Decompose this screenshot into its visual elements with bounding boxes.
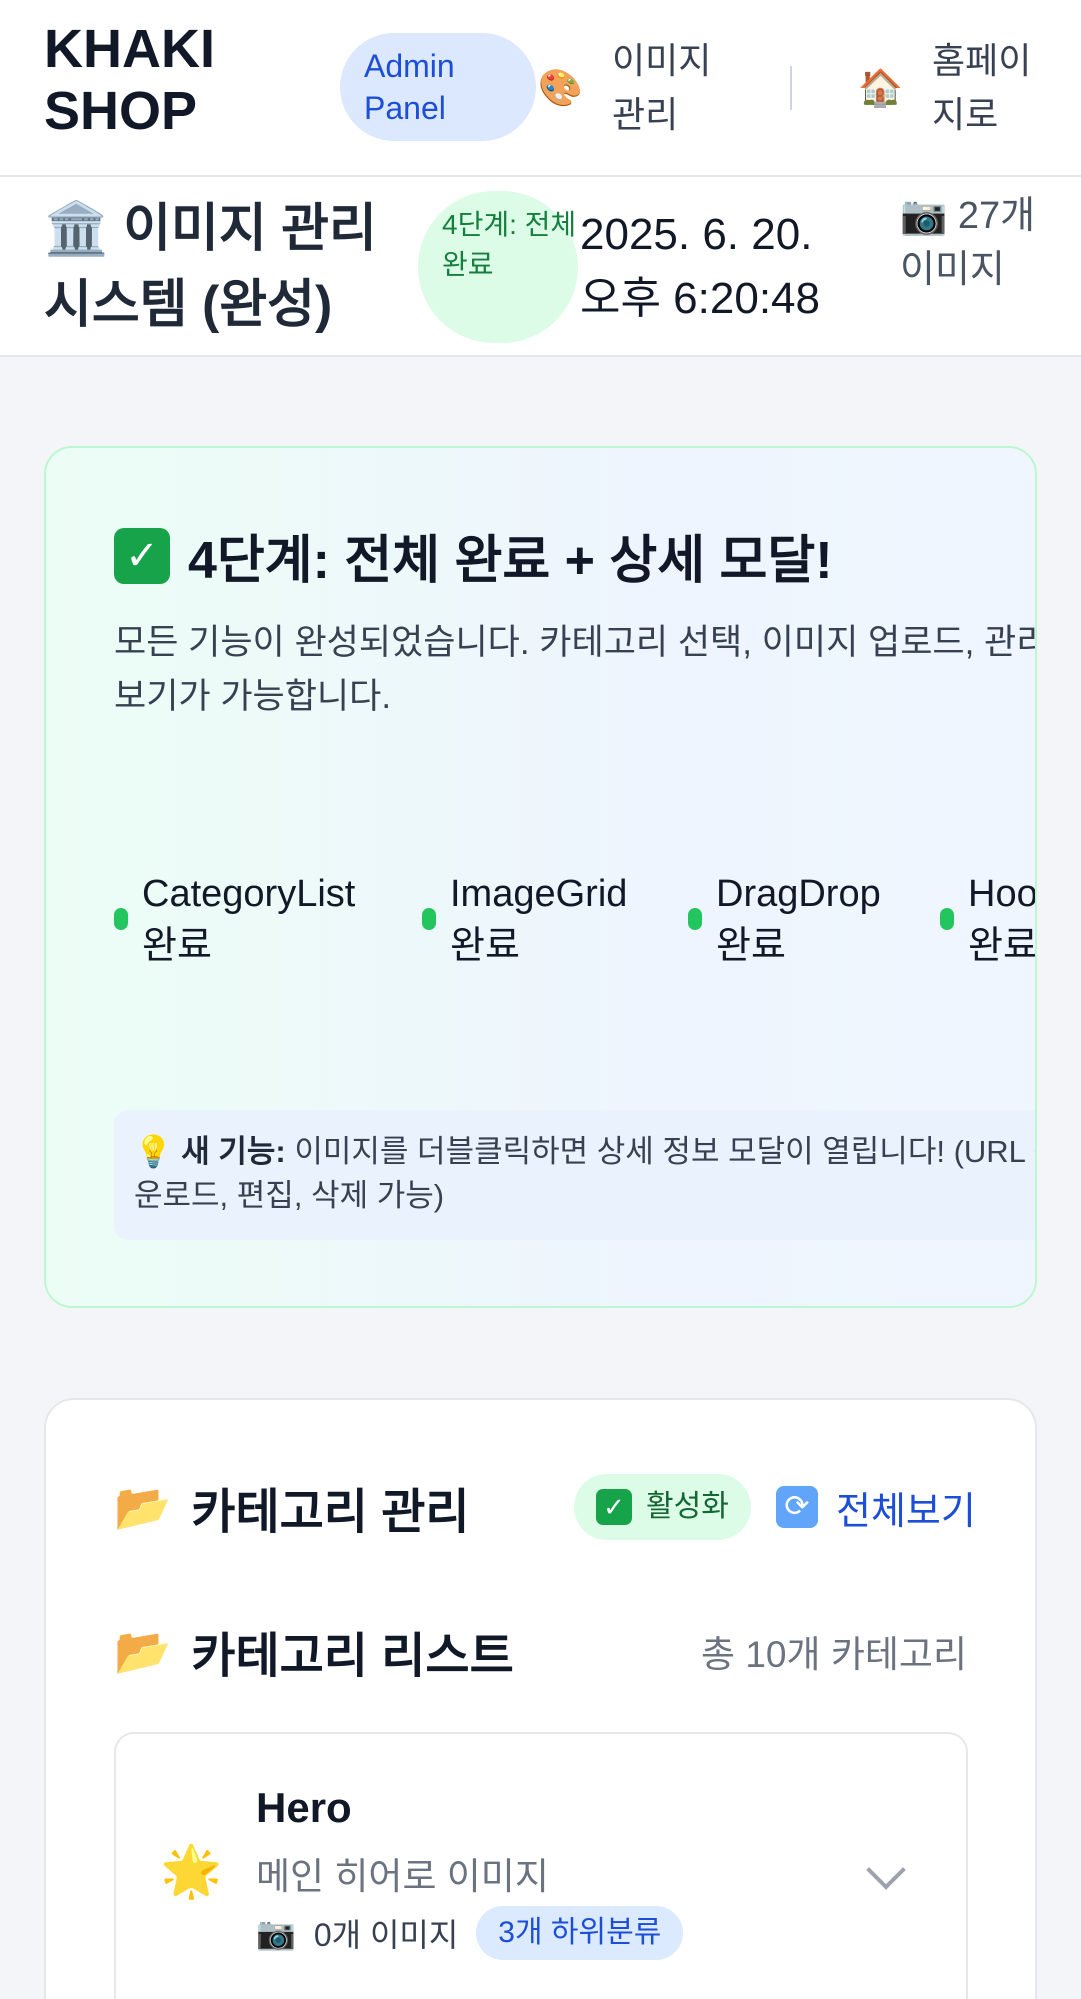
module-name: Hook <box>968 873 1037 915</box>
status-card: ✓ 4단계: 전체 완료 + 상세 모달! 모든 기능이 완성되었습니다. 카테… <box>44 446 1037 1308</box>
camera-icon: 📷 <box>256 1915 296 1951</box>
category-management-title: 카테고리 관리 <box>191 1486 470 1539</box>
check-icon: ✓ <box>596 1489 632 1525</box>
step-badge: 4단계: 전체 완료 <box>418 191 578 343</box>
module-item: Hook 완료 <box>940 868 1037 972</box>
check-icon: ✓ <box>114 527 170 584</box>
category-meta: 📷 0개 이미지 3개 하위분류 <box>256 1906 684 1960</box>
category-item-hero[interactable]: 🌟 Hero 메인 히어로 이미지 📷 0개 이미지 3개 하위분류 <box>114 1732 968 1999</box>
admin-panel-badge: Admin Panel <box>340 33 536 141</box>
chevron-down-icon[interactable] <box>866 1850 906 1890</box>
feature-tip: 💡 새 기능: 이미지를 더블클릭하면 상세 정보 모달이 열립니다! (URL… <box>114 1110 1037 1240</box>
module-state: 완료 <box>450 925 520 967</box>
status-description: 모든 기능이 완성되었습니다. 카테고리 선택, 이미지 업로드, 관리, 상세… <box>114 623 1037 716</box>
status-heading: ✓ 4단계: 전체 완료 + 상세 모달! <box>114 518 833 593</box>
star-icon: 🌟 <box>160 1843 223 1899</box>
status-dot-icon <box>114 908 128 930</box>
module-item: ImageGrid 완료 <box>422 868 627 972</box>
active-label: 활성화 <box>646 1490 729 1523</box>
folder-icon: 📂 <box>114 1624 172 1677</box>
lightbulb-icon: 💡 <box>134 1134 173 1169</box>
category-description: 메인 히어로 이미지 <box>256 1856 549 1897</box>
nav-link-label: 홈페이지로 <box>932 40 1032 135</box>
nav-divider <box>790 66 792 110</box>
view-all-label: 전체보기 <box>836 1490 976 1533</box>
palette-icon: 🎨 <box>538 67 583 108</box>
status-heading-text: 4단계: 전체 완료 + 상세 모달! <box>188 532 833 590</box>
view-all-button[interactable]: ⟳ 전체보기 <box>776 1474 976 1540</box>
module-list: CategoryList 완료 ImageGrid 완료 DragDrop 완료 Ho… <box>114 868 1037 988</box>
module-state: 완료 <box>968 925 1037 967</box>
module-name: ImageGrid <box>450 873 628 915</box>
category-image-count: 0개 이미지 <box>313 1917 459 1953</box>
category-management-heading: 📂 카테고리 관리 <box>114 1472 470 1542</box>
status-dot-icon <box>940 908 954 930</box>
nav-link-label: 이미지 관리 <box>612 40 712 135</box>
status-dot-icon <box>422 908 436 930</box>
module-state: 완료 <box>142 925 212 967</box>
nav-link-homepage[interactable]: 🏠 홈페이지로 <box>858 34 1042 142</box>
category-name: Hero <box>256 1784 352 1831</box>
folder-icon: 📂 <box>114 1480 172 1533</box>
category-management-card: 📂 카테고리 관리 ✓ 활성화 ⟳ 전체보기 📂 카테고리 리스트 총 10개 … <box>44 1398 1037 1999</box>
tip-text: 이미지를 더블클릭하면 상세 정보 모달이 열립니다! (URL 복사, <box>294 1134 1037 1169</box>
module-name: DragDrop <box>716 873 881 915</box>
page-title: 🏛️ 이미지 관리 시스템 (완성) <box>44 200 377 334</box>
module-item: CategoryList 완료 <box>114 868 355 972</box>
current-datetime: 2025. 6. 20. 오후 6:20:48 <box>580 210 820 323</box>
status-dot-icon <box>688 908 702 930</box>
category-total: 총 10개 카테고리 <box>701 1634 967 1675</box>
module-item: DragDrop 완료 <box>688 868 881 972</box>
brand-logo[interactable]: KHAKI SHOP <box>44 18 244 142</box>
category-list-heading: 📂 카테고리 리스트 <box>114 1616 514 1686</box>
module-name: CategoryList <box>142 873 356 915</box>
tip-text-cont: 운로드, 편집, 삭제 가능) <box>134 1178 445 1213</box>
module-state: 완료 <box>716 925 786 967</box>
image-count: 📷 27개 이미지 <box>900 195 1036 291</box>
category-list-title: 카테고리 리스트 <box>191 1630 514 1683</box>
active-toggle[interactable]: ✓ 활성화 <box>574 1474 751 1540</box>
tip-label: 새 기능: <box>181 1134 286 1169</box>
nav-link-image-management[interactable]: 🎨 이미지 관리 <box>538 34 722 142</box>
house-icon: 🏠 <box>858 67 903 108</box>
top-nav: KHAKI SHOP Admin Panel 🎨 이미지 관리 🏠 홈페이지로 <box>0 0 1081 177</box>
page-header: 🏛️ 이미지 관리 시스템 (완성) 4단계: 전체 완료 2025. 6. 2… <box>0 177 1081 357</box>
subcategory-badge: 3개 하위분류 <box>476 1906 684 1960</box>
refresh-icon: ⟳ <box>776 1486 818 1528</box>
